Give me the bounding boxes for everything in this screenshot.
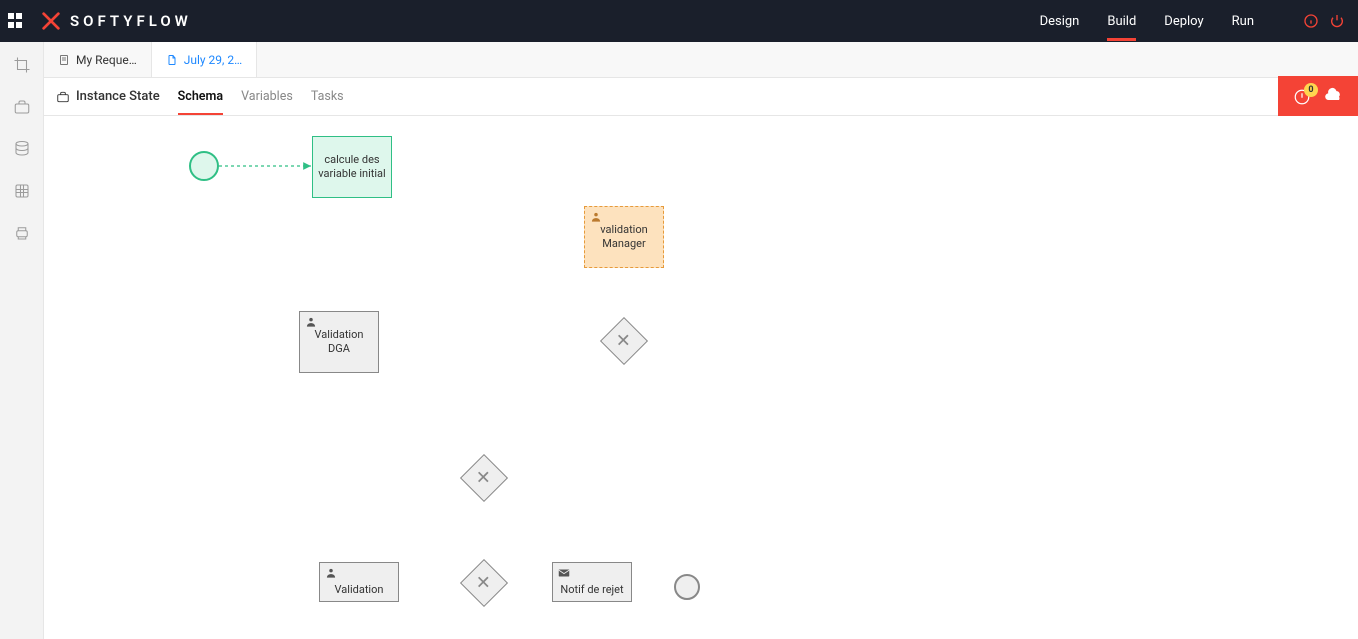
user-icon: [304, 315, 318, 329]
briefcase-icon[interactable]: [13, 98, 31, 116]
crop-icon[interactable]: [13, 56, 31, 74]
gateway-3[interactable]: ✕: [460, 559, 508, 607]
briefcase-icon: [56, 90, 70, 104]
logo-mark-icon: [40, 10, 62, 32]
alert-icon: 0: [1292, 87, 1312, 107]
deploy-status-box[interactable]: 0: [1278, 76, 1358, 118]
title-text: Instance State: [76, 89, 160, 104]
apps-grid-icon[interactable]: [4, 9, 28, 33]
task-label: calcule des variable initial: [317, 153, 387, 181]
nav-deploy[interactable]: Deploy: [1164, 2, 1203, 41]
file-tabs: My Reque… July 29, 2…: [44, 42, 1358, 78]
task-validation[interactable]: Validation: [319, 562, 399, 602]
nav-build[interactable]: Build: [1107, 2, 1136, 41]
topnav: Design Build Deploy Run: [1040, 2, 1346, 41]
nav-run[interactable]: Run: [1232, 2, 1254, 41]
subtab-variables[interactable]: Variables: [241, 78, 293, 115]
logo[interactable]: SOFTYFLOW: [40, 10, 192, 32]
toolbar: Instance State Schema Variables Tasks 0: [44, 78, 1358, 116]
mail-icon: [557, 566, 571, 580]
gateway-2[interactable]: ✕: [460, 454, 508, 502]
gateway-1[interactable]: ✕: [600, 317, 648, 365]
task-notif-rejet[interactable]: Notif de rejet: [552, 562, 632, 602]
end-event[interactable]: [674, 574, 700, 600]
user-icon: [324, 566, 338, 580]
tab-july29[interactable]: July 29, 2…: [152, 42, 257, 77]
cloud-upload-icon: [1324, 85, 1344, 109]
subtab-schema[interactable]: Schema: [178, 78, 223, 115]
printer-icon[interactable]: [13, 224, 31, 242]
bpmn-canvas[interactable]: calcule des variable initial validation …: [44, 116, 1358, 639]
form-icon: [58, 54, 70, 66]
subtab-tasks[interactable]: Tasks: [311, 78, 344, 115]
start-event[interactable]: [189, 151, 219, 181]
sidebar: [0, 42, 44, 639]
task-validation-dga[interactable]: Validation DGA: [299, 311, 379, 373]
task-label: validation Manager: [589, 223, 659, 251]
page-title: Instance State: [56, 89, 160, 104]
task-label: Validation: [335, 583, 384, 597]
task-calcule-variable[interactable]: calcule des variable initial: [312, 136, 392, 198]
power-icon[interactable]: [1328, 12, 1346, 30]
logo-text: SOFTYFLOW: [70, 12, 192, 30]
nav-design[interactable]: Design: [1040, 2, 1080, 41]
task-label: Validation DGA: [304, 328, 374, 356]
alert-count-badge: 0: [1304, 83, 1318, 97]
tab-my-requests[interactable]: My Reque…: [44, 42, 152, 77]
database-icon[interactable]: [13, 140, 31, 158]
document-icon: [166, 54, 178, 66]
diagram-edges: [44, 116, 344, 266]
grid-icon[interactable]: [13, 182, 31, 200]
tab-label: My Reque…: [76, 53, 137, 67]
topbar: SOFTYFLOW Design Build Deploy Run: [0, 0, 1358, 42]
user-icon: [589, 210, 603, 224]
info-icon[interactable]: [1302, 12, 1320, 30]
tab-label: July 29, 2…: [184, 53, 242, 67]
task-validation-manager[interactable]: validation Manager: [584, 206, 664, 268]
task-label: Notif de rejet: [560, 583, 623, 597]
subtabs: Schema Variables Tasks: [178, 78, 344, 115]
